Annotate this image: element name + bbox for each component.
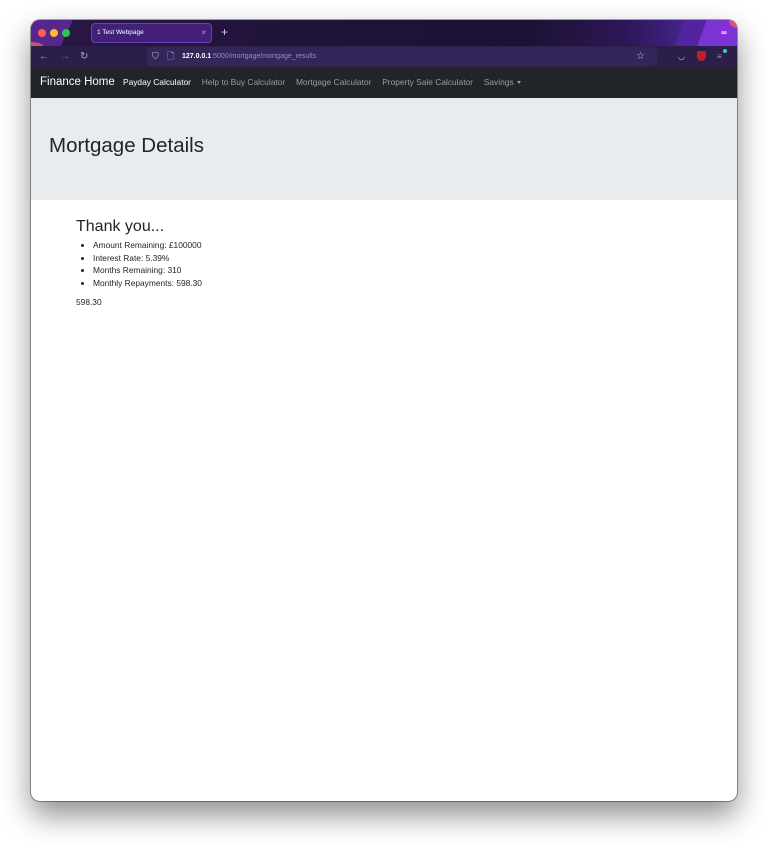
maximize-window-button[interactable] (62, 29, 70, 37)
list-item: Interest Rate: 5.39% (93, 252, 202, 265)
nav-link-property-sale-calculator[interactable]: Property Sale Calculator (382, 77, 473, 87)
caret-down-icon (516, 81, 521, 85)
close-window-button[interactable] (38, 29, 46, 37)
results-list: Amount Remaining: £100000 Interest Rate:… (76, 239, 202, 289)
list-item: Months Remaining: 310 (93, 264, 202, 277)
back-arrow-icon[interactable]: ← (39, 48, 49, 65)
nav-link-payday-calculator[interactable]: Payday Calculator (123, 77, 191, 87)
navbar-brand[interactable]: Finance Home (40, 67, 115, 98)
minimize-window-button[interactable] (50, 29, 58, 37)
forward-arrow-icon[interactable]: → (60, 48, 70, 65)
nav-link-help-to-buy-calculator[interactable]: Help to Buy Calculator (202, 77, 285, 87)
shield-icon[interactable]: ⛉ (152, 47, 159, 66)
browser-window: 1 Test Webpage × + ∞ ← → ↻ ⛉ 🗋 127.0.0.1… (31, 20, 737, 801)
nav-dropdown-savings[interactable]: Savings (484, 77, 521, 87)
list-item: Monthly Repayments: 598.30 (93, 277, 202, 290)
url-host: 127.0.0.1 (182, 53, 212, 60)
url-path: :5000/mortgage/mortgage_results (211, 53, 317, 60)
site-navbar: Finance Home Payday Calculator Help to B… (31, 67, 737, 98)
tab-active[interactable]: 1 Test Webpage × (91, 23, 212, 43)
list-item: Amount Remaining: £100000 (93, 239, 202, 252)
page-title: Mortgage Details (49, 134, 204, 157)
url-text[interactable]: 127.0.0.1:5000/mortgage/mortgage_results (182, 47, 316, 66)
reload-icon[interactable]: ↻ (80, 48, 88, 65)
nav-links: Payday Calculator Help to Buy Calculator… (123, 67, 529, 98)
page-info-icon[interactable]: 🗋 (167, 47, 174, 66)
results-section: Thank you... Amount Remaining: £100000 I… (76, 217, 202, 307)
update-badge (723, 49, 727, 53)
jumbotron: Mortgage Details (31, 98, 737, 200)
bookmark-star-icon[interactable]: ☆ (636, 47, 645, 66)
monthly-repayment-value: 598.30 (76, 297, 102, 308)
nav-dropdown-label: Savings (483, 77, 514, 87)
tab-title: 1 Test Webpage (97, 29, 144, 36)
tab-strip: 1 Test Webpage × + ∞ (31, 20, 737, 46)
pocket-icon[interactable]: ◡ (678, 49, 685, 64)
private-browsing-icon: ∞ (717, 26, 731, 40)
browser-toolbar: ← → ↻ ⛉ 🗋 127.0.0.1:5000/mortgage/mortga… (31, 46, 737, 67)
ublock-shield-icon[interactable] (697, 51, 706, 61)
close-tab-icon[interactable]: × (201, 24, 206, 42)
nav-link-mortgage-calculator[interactable]: Mortgage Calculator (296, 77, 371, 87)
results-heading: Thank you... (76, 218, 165, 235)
hamburger-menu-icon[interactable]: ≡ (717, 49, 722, 64)
new-tab-button[interactable]: + (221, 23, 228, 41)
address-bar[interactable]: ⛉ 🗋 127.0.0.1:5000/mortgage/mortgage_res… (147, 47, 657, 66)
